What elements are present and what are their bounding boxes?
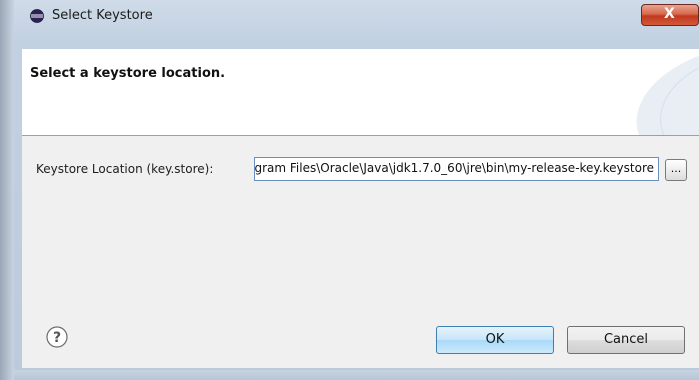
dialog-content: Select a keystore location. Keystore Loc… bbox=[22, 49, 699, 368]
dialog-header: Select a keystore location. bbox=[22, 49, 699, 136]
browse-button[interactable]: ... bbox=[665, 159, 687, 181]
window-left-border bbox=[0, 0, 14, 380]
keystore-location-input[interactable]: C:\Program Files\Oracle\Java\jdk1.7.0_60… bbox=[254, 157, 659, 181]
close-button[interactable]: X bbox=[641, 4, 699, 26]
page-title: Select a keystore location. bbox=[30, 66, 226, 81]
keystore-location-label: Keystore Location (key.store): bbox=[36, 162, 214, 176]
window-title: Select Keystore bbox=[52, 8, 153, 23]
header-decoration bbox=[636, 55, 699, 135]
close-icon: X bbox=[664, 6, 675, 22]
title-bar[interactable]: Select Keystore X bbox=[14, 0, 699, 34]
help-icon[interactable]: ? bbox=[46, 326, 68, 348]
ok-button[interactable]: OK bbox=[436, 326, 554, 354]
dialog-window: Select Keystore X Select a keystore loca… bbox=[0, 0, 699, 380]
window-bottom-border bbox=[14, 370, 699, 380]
cancel-button[interactable]: Cancel bbox=[567, 326, 685, 354]
svg-text:?: ? bbox=[53, 330, 61, 346]
eclipse-icon bbox=[30, 9, 44, 23]
